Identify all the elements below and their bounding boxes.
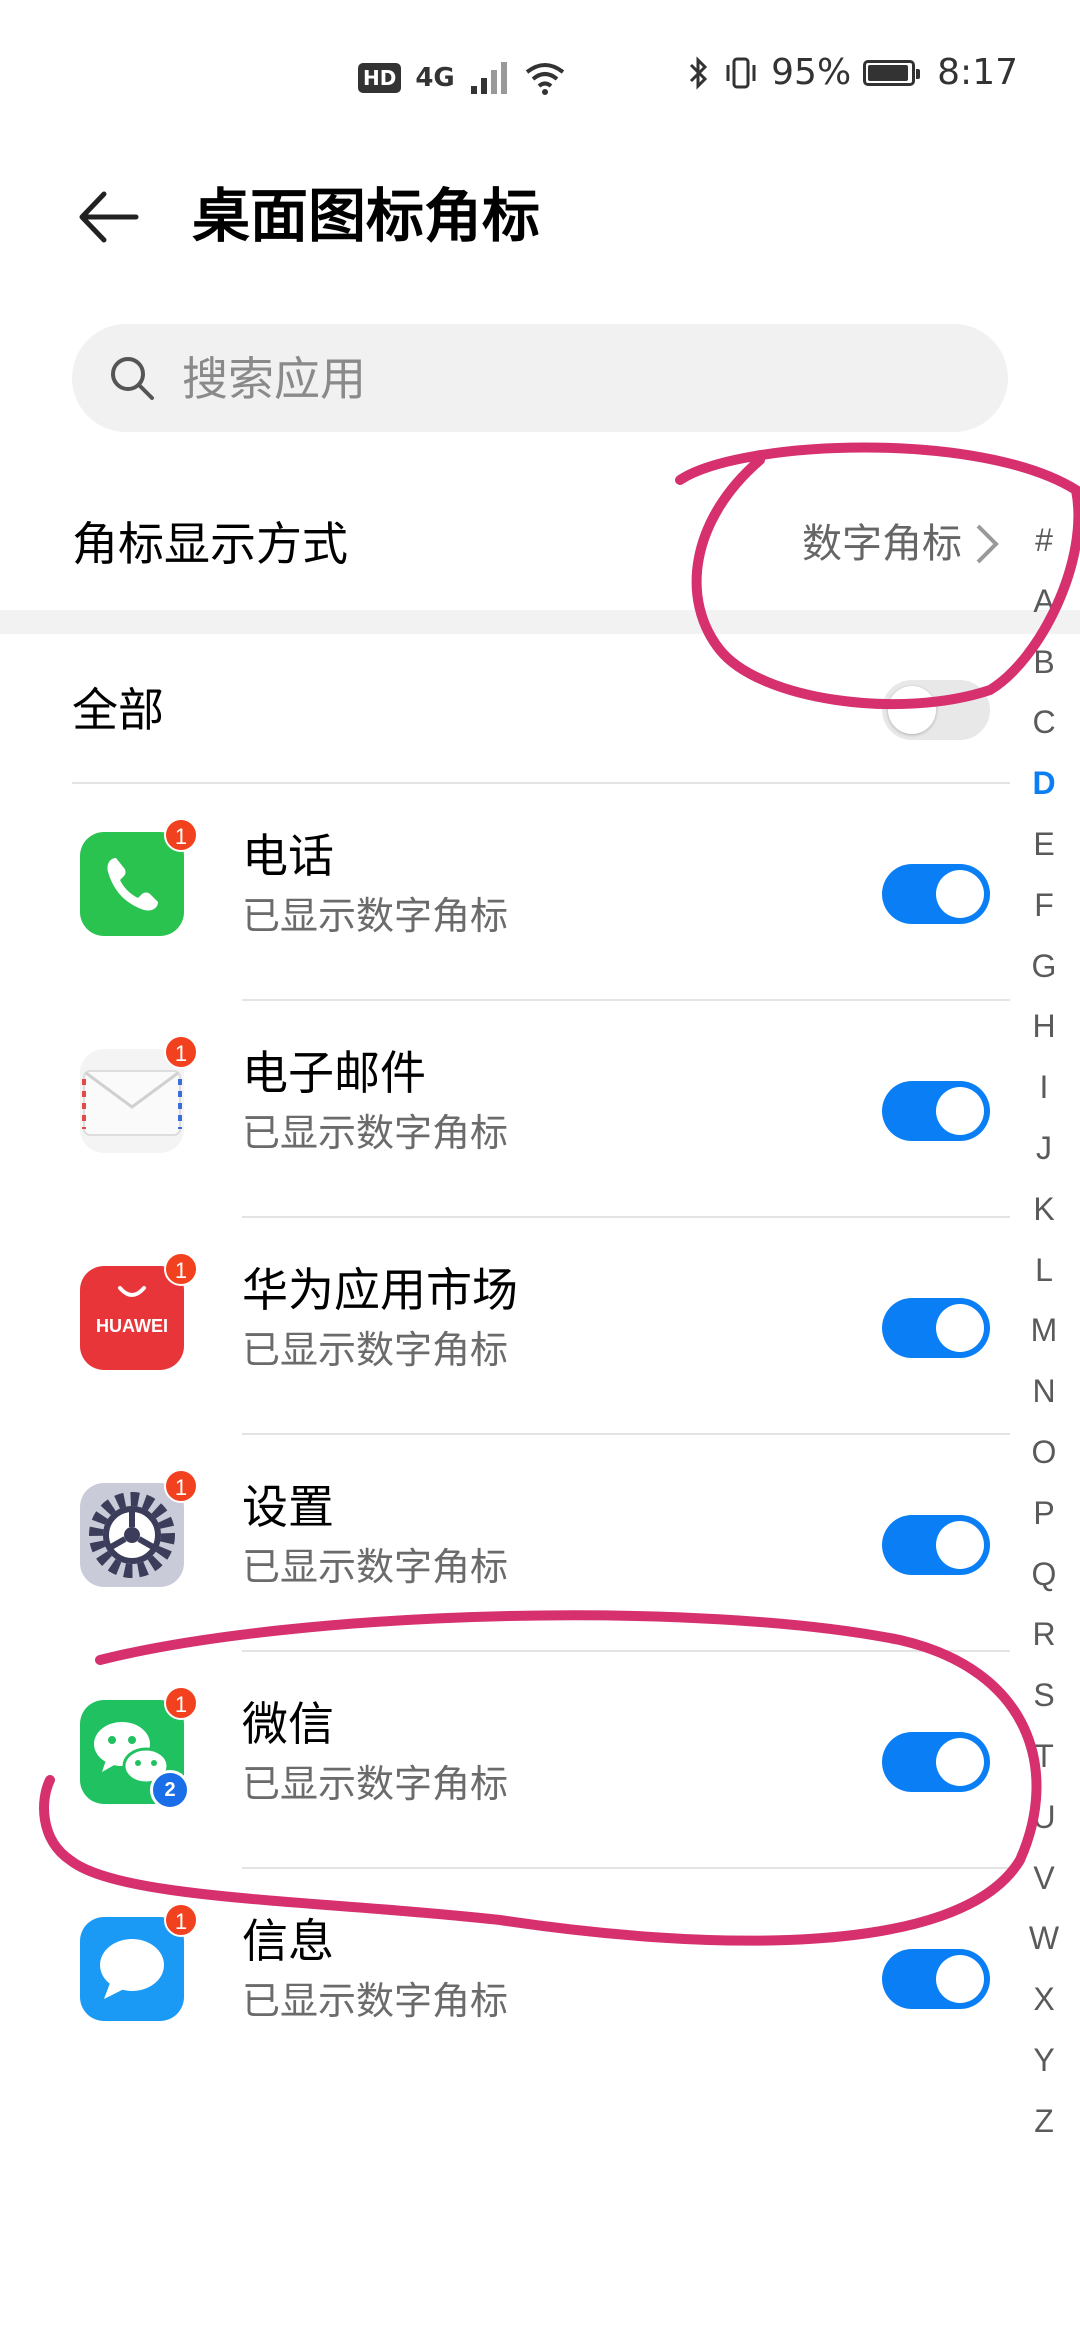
status-left: HD 4G <box>358 58 567 98</box>
page-title: 桌面图标角标 <box>192 182 541 250</box>
toggle-knob <box>936 1087 984 1135</box>
toggle-knob <box>936 870 984 918</box>
app-row-wechat[interactable]: 1 2 微信 已显示数字角标 <box>0 1652 1010 1869</box>
index-letter-j[interactable]: J <box>1018 1118 1070 1179</box>
app-badge-toggle[interactable] <box>882 1515 990 1575</box>
app-badge-toggle[interactable] <box>882 1081 990 1141</box>
app-bar: 桌面图标角标 <box>0 160 1080 270</box>
index-letter-a[interactable]: A <box>1018 571 1070 632</box>
index-letter-d[interactable]: D <box>1018 753 1070 814</box>
notification-badge: 1 <box>164 1469 198 1503</box>
app-badge-toggle[interactable] <box>882 864 990 924</box>
index-letter-l[interactable]: L <box>1018 1240 1070 1301</box>
index-letter-hash[interactable]: # <box>1018 510 1070 571</box>
app-badge-toggle[interactable] <box>882 1949 990 2009</box>
hd-voice-icon: HD <box>358 63 402 93</box>
settings-gear-icon: 1 <box>80 1469 198 1587</box>
index-letter-w[interactable]: W <box>1018 1908 1070 1969</box>
status-right: 95% 8:17 <box>687 52 1018 93</box>
huawei-appgallery-icon: HUAWEI 1 <box>80 1252 198 1370</box>
notification-badge: 1 <box>164 818 198 852</box>
toggle-knob <box>936 1304 984 1352</box>
app-name: 华为应用市场 <box>242 1263 518 1317</box>
wifi-icon <box>525 63 565 95</box>
section-separator <box>0 610 1080 634</box>
app-name: 微信 <box>242 1697 334 1751</box>
app-badge-status: 已显示数字角标 <box>242 894 509 938</box>
badge-display-mode-label: 角标显示方式 <box>72 517 348 571</box>
search-input[interactable] <box>180 324 964 434</box>
bluetooth-icon <box>690 55 708 90</box>
toggle-knob <box>888 686 936 734</box>
index-letter-t[interactable]: T <box>1018 1726 1070 1787</box>
status-bar: HD 4G 95% 8:17 <box>0 0 1080 150</box>
app-twin-clone-badge: 2 <box>150 1770 190 1810</box>
index-letter-z[interactable]: Z <box>1018 2091 1070 2152</box>
network-type-label: 4G <box>415 63 455 93</box>
notification-badge: 1 <box>164 1903 198 1937</box>
badge-display-mode-value: 数字角标 <box>802 521 962 567</box>
clock: 8:17 <box>937 52 1018 93</box>
battery-icon <box>863 59 921 86</box>
back-arrow-icon[interactable] <box>74 182 144 252</box>
notification-badge: 1 <box>164 1252 198 1286</box>
toggle-knob <box>936 1521 984 1569</box>
search-bar[interactable] <box>72 324 1008 434</box>
app-name: 设置 <box>242 1480 334 1534</box>
index-letter-r[interactable]: R <box>1018 1604 1070 1665</box>
index-letter-v[interactable]: V <box>1018 1848 1070 1909</box>
app-badge-status: 已显示数字角标 <box>242 1328 509 1372</box>
index-letter-h[interactable]: H <box>1018 996 1070 1057</box>
index-letter-n[interactable]: N <box>1018 1361 1070 1422</box>
index-letter-p[interactable]: P <box>1018 1483 1070 1544</box>
chevron-right-icon <box>976 524 999 564</box>
index-letter-g[interactable]: G <box>1018 936 1070 997</box>
index-letter-q[interactable]: Q <box>1018 1544 1070 1605</box>
search-icon <box>111 357 154 400</box>
index-letter-i[interactable]: I <box>1018 1057 1070 1118</box>
app-badge-status: 已显示数字角标 <box>242 1979 509 2023</box>
index-letter-m[interactable]: M <box>1018 1300 1070 1361</box>
email-icon: 1 <box>80 1035 198 1153</box>
index-letter-y[interactable]: Y <box>1018 2030 1070 2091</box>
app-row-appgallery[interactable]: HUAWEI 1 华为应用市场 已显示数字角标 <box>0 1218 1010 1435</box>
all-apps-toggle[interactable] <box>882 680 990 740</box>
app-badge-status: 已显示数字角标 <box>242 1111 509 1155</box>
all-apps-label: 全部 <box>72 683 164 737</box>
app-row-settings[interactable]: 1 设置 已显示数字角标 <box>0 1435 1010 1652</box>
huawei-wordmark: HUAWEI <box>96 1316 168 1336</box>
notification-badge: 1 <box>164 1035 198 1069</box>
messages-icon: 1 <box>80 1903 198 2021</box>
index-letter-k[interactable]: K <box>1018 1179 1070 1240</box>
index-letter-o[interactable]: O <box>1018 1422 1070 1483</box>
app-badge-status: 已显示数字角标 <box>242 1762 509 1806</box>
app-name: 电话 <box>242 829 334 883</box>
index-letter-c[interactable]: C <box>1018 692 1070 753</box>
app-row-email[interactable]: 1 电子邮件 已显示数字角标 <box>0 1001 1010 1218</box>
app-badge-status: 已显示数字角标 <box>242 1545 509 1589</box>
index-letter-e[interactable]: E <box>1018 814 1070 875</box>
index-letter-x[interactable]: X <box>1018 1969 1070 2030</box>
toggle-knob <box>936 1738 984 1786</box>
app-row-phone[interactable]: 1 电话 已显示数字角标 <box>0 784 1010 1001</box>
cellular-signal-icon <box>470 62 507 94</box>
index-letter-f[interactable]: F <box>1018 875 1070 936</box>
app-badge-toggle[interactable] <box>882 1732 990 1792</box>
notification-badge: 1 <box>164 1686 198 1720</box>
index-letter-u[interactable]: U <box>1018 1787 1070 1848</box>
toggle-knob <box>936 1955 984 2003</box>
vibrate-icon <box>726 57 756 88</box>
badge-display-mode-row[interactable]: 角标显示方式 数字角标 <box>0 480 1080 610</box>
wechat-icon: 1 2 <box>80 1686 198 1810</box>
app-row-messages[interactable]: 1 信息 已显示数字角标 <box>0 1869 1010 2086</box>
alphabet-index[interactable]: # A B C D E F G H I J K L M N O P Q R S T U V W X Y Z <box>1018 510 1070 2152</box>
app-name: 电子邮件 <box>242 1046 426 1100</box>
battery-percent: 95% <box>771 52 852 93</box>
index-letter-b[interactable]: B <box>1018 632 1070 693</box>
index-letter-s[interactable]: S <box>1018 1665 1070 1726</box>
all-apps-row: 全部 <box>0 634 1080 784</box>
phone-icon: 1 <box>80 818 198 936</box>
app-badge-toggle[interactable] <box>882 1298 990 1358</box>
app-name: 信息 <box>242 1914 334 1968</box>
